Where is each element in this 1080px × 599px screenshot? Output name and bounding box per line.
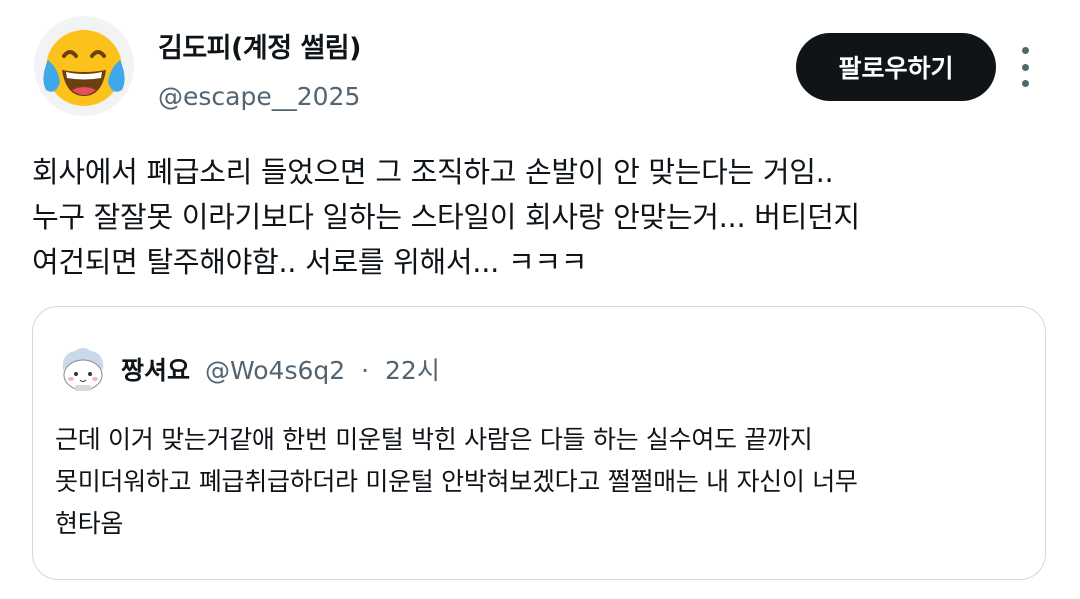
more-dot (1021, 80, 1029, 87)
tweet-line: 회사에서 폐급소리 들었으면 그 조직하고 손발이 안 맞는다는 거임.. (32, 155, 834, 189)
quoted-author-display-name[interactable]: 짱셔요 (121, 351, 190, 387)
more-dot (1021, 63, 1029, 71)
author-display-name[interactable]: 김도피(계정 썰림) (158, 26, 361, 65)
quote-line: 못미더워하고 폐급취급하더라 미운털 안박혀보겠다고 쩔쩔매는 내 자신이 너무 (55, 467, 858, 496)
tweet-text: 회사에서 폐급소리 들었으면 그 조직하고 손발이 안 맞는다는 거임.. 누구… (32, 150, 1052, 285)
face-with-tears-of-joy-icon (43, 30, 125, 106)
quoted-author-handle[interactable]: @Wo4s6q2 (205, 356, 345, 385)
tweet-line: 여건되면 탈주해야함.. 서로를 위해서... ㅋㅋㅋ (32, 245, 588, 279)
quote-line: 현타옴 (55, 509, 124, 538)
follow-button[interactable]: 팔로우하기 (796, 33, 996, 101)
quoted-author-avatar[interactable] (55, 341, 111, 397)
more-options-icon[interactable] (1010, 47, 1040, 87)
tweet-line: 누구 잘잘못 이라기보다 일하는 스타일이 회사랑 안맞는거... 버티던지 (32, 200, 860, 234)
quoted-tweet-text: 근데 이거 맞는거같애 한번 미운털 박힌 사람은 다들 하는 실수여도 끝까지… (55, 419, 1025, 545)
more-dot (1021, 47, 1029, 54)
cartoon-character-icon (55, 341, 111, 397)
quoted-tweet-card[interactable]: 짱셔요 @Wo4s6q2 · 22시 근데 이거 맞는거같애 한번 미운털 박힌… (32, 306, 1046, 580)
meta-separator: · (361, 356, 370, 385)
author-avatar[interactable] (34, 16, 134, 116)
quoted-tweet-time[interactable]: 22시 (385, 356, 440, 385)
quote-line: 근데 이거 맞는거같애 한번 미운털 박힌 사람은 다들 하는 실수여도 끝까지 (55, 425, 813, 454)
quoted-author-meta: @Wo4s6q2 · 22시 (205, 351, 440, 387)
author-handle[interactable]: @escape__2025 (158, 82, 360, 111)
